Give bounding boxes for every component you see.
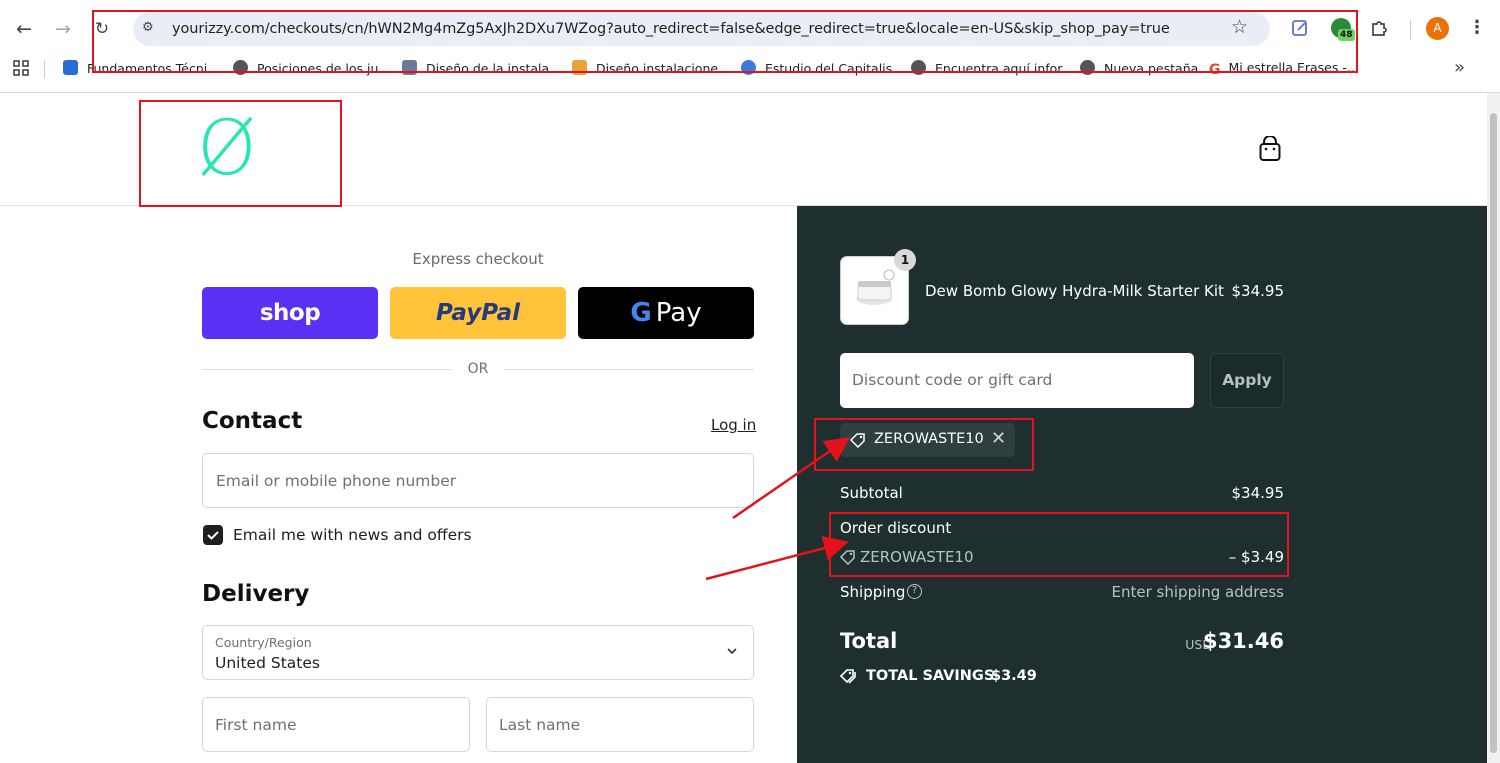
arrow-to-discount xyxy=(705,535,849,581)
annotation-arrows xyxy=(705,437,851,581)
arrow-to-code xyxy=(732,437,851,520)
